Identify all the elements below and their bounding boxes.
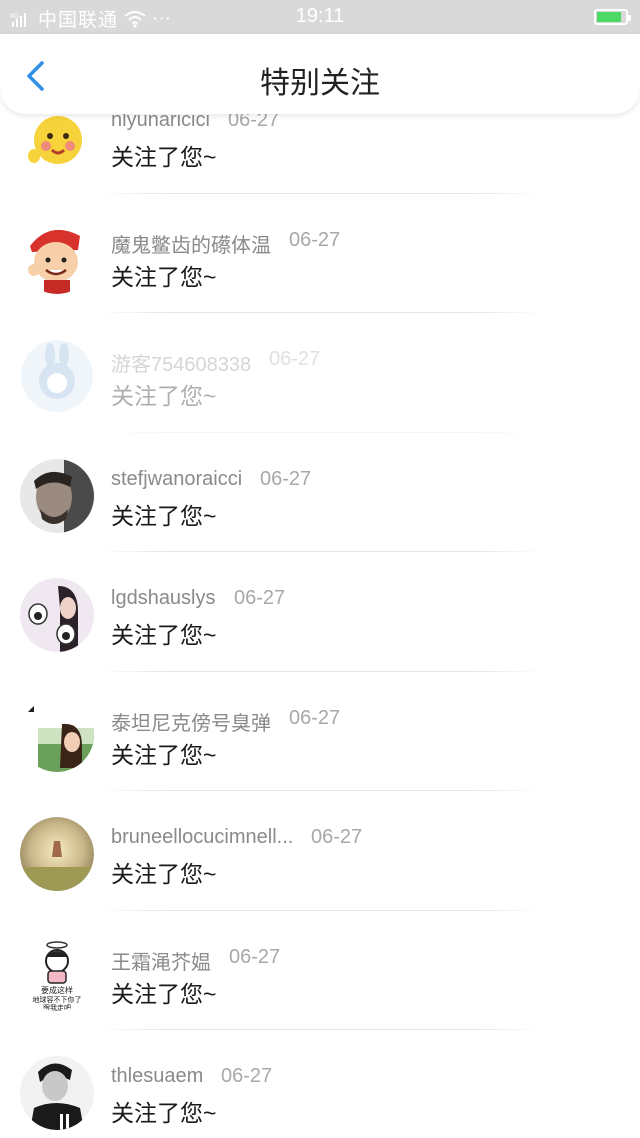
user-name[interactable]: 泰坦尼克傍号臭弹 [111,707,271,736]
user-name[interactable]: 魔鬼鳖齿的礤体温 [111,229,271,258]
user-name[interactable]: lgdshauslys [111,587,216,610]
user-name[interactable]: 游客754608338 [111,348,251,377]
list-item[interactable]: 魔鬼鳖齿的礤体温 06-27 关注了您~ [0,194,640,313]
nav-header: 特别关注 [0,34,640,114]
avatar[interactable]: 要成这样 地球容不下你了 跟我走吧 [20,936,94,1011]
status-bar: 4G 中国联通 ··· 19:11 [0,0,640,34]
follow-message: 关注了您~ [111,502,217,529]
girl-outdoor-avatar-icon [20,697,94,772]
list-item[interactable]: thlesuaem 06-27 关注了您~ [0,1030,640,1138]
follow-date: 06-27 [269,348,321,370]
follow-message: 关注了您~ [111,263,217,290]
list-item[interactable]: 泰坦尼克傍号臭弹 06-27 关注了您~ [0,672,640,791]
avatar[interactable] [20,817,94,891]
user-name[interactable]: bruneellocucimnell... [111,826,293,849]
girl-paws-avatar-icon [20,578,94,652]
battery-fill [597,12,621,22]
follow-list[interactable]: nlyunaricici 06-27 关注了您~ 魔鬼鳖齿的礤体温 06-27 … [0,74,640,1138]
follow-date: 06-27 [289,706,341,729]
user-name[interactable]: stefjwanoraicci [111,468,242,491]
follow-message: 关注了您~ [111,741,217,768]
svg-text:跟我走吧: 跟我走吧 [43,1003,71,1011]
page-title: 特别关注 [260,67,380,100]
default-rabbit-avatar-icon [21,340,93,412]
user-name[interactable]: thlesuaem [111,1065,203,1088]
man-portrait-avatar-icon [20,458,94,533]
sunset-hand-avatar-icon [20,817,94,891]
follow-message: 关注了您~ [111,1100,217,1126]
list-item[interactable]: 要成这样 地球容不下你了 跟我走吧 王霜渑芥媪 06-27 关注了您~ [0,911,640,1030]
avatar[interactable] [20,339,94,413]
follow-date: 06-27 [229,945,281,968]
follow-date: 06-27 [221,1065,273,1087]
list-item[interactable]: 游客754608338 06-27 关注了您~ [0,313,640,433]
follow-message: 关注了您~ [111,861,217,887]
avatar[interactable] [20,578,94,652]
cartoon-angel-avatar-icon: 要成这样 地球容不下你了 跟我走吧 [20,936,94,1011]
list-item[interactable]: bruneellocucimnell... 06-27 关注了您~ [0,791,640,911]
avatar[interactable] [20,219,94,294]
cartoon-boy-avatar-icon [20,219,94,294]
avatar[interactable] [20,697,94,772]
follow-date: 06-27 [311,826,363,848]
follow-message: 关注了您~ [111,383,217,409]
follow-date: 06-27 [234,587,286,609]
follow-date: 06-27 [289,228,341,251]
user-name[interactable]: 王霜渑芥媪 [111,946,211,975]
follow-message: 关注了您~ [111,622,217,648]
status-time: 19:11 [295,5,345,27]
list-item[interactable]: stefjwanoraicci 06-27 关注了您~ [0,433,640,552]
man-bw-avatar-icon [20,1056,94,1130]
svg-text:要成这样: 要成这样 [41,985,73,995]
follow-message: 关注了您~ [111,980,217,1007]
avatar[interactable] [20,458,94,533]
svg-text:地球容不下你了: 地球容不下你了 [33,995,82,1004]
avatar[interactable] [20,1056,94,1130]
battery-icon [594,9,631,25]
list-item[interactable]: lgdshauslys 06-27 关注了您~ [0,552,640,672]
follow-message: 关注了您~ [111,144,217,170]
follow-date: 06-27 [260,467,312,490]
